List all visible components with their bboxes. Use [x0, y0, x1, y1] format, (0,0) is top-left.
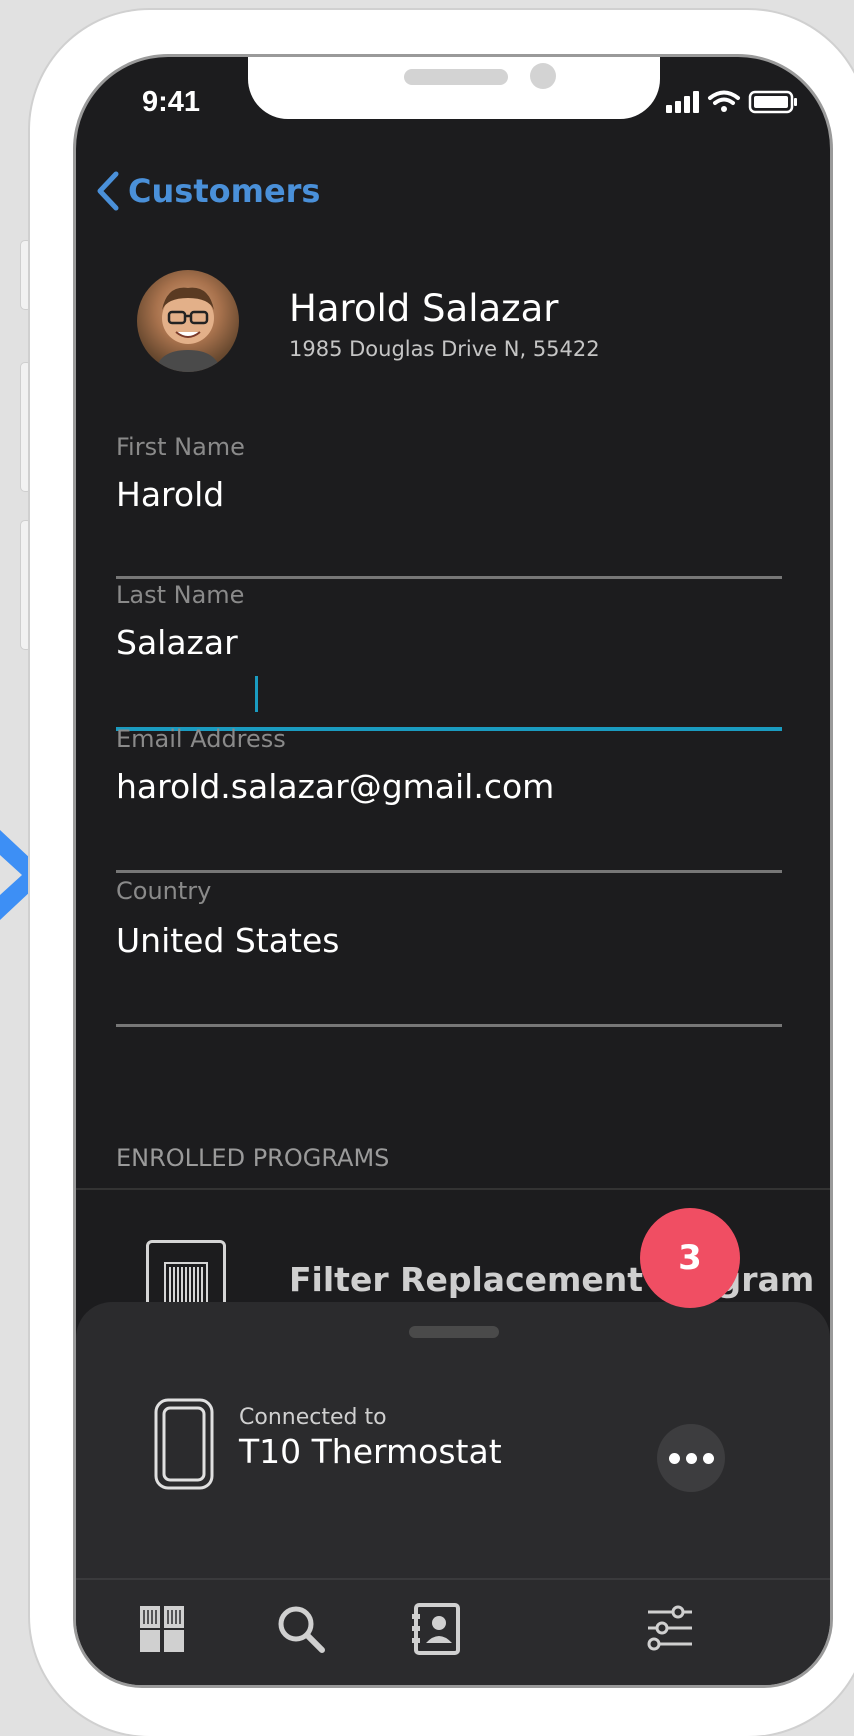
tab-bar-divider — [76, 1578, 830, 1580]
first-name-field[interactable]: Harold — [116, 475, 224, 514]
email-field[interactable]: harold.salazar@gmail.com — [116, 767, 554, 806]
customer-address: 1985 Douglas Drive N, 55422 — [289, 337, 600, 361]
customer-name: Harold Salazar — [289, 287, 559, 330]
last-name-field[interactable]: Salazar — [116, 623, 238, 662]
text-caret — [255, 676, 258, 712]
search-icon[interactable] — [274, 1602, 328, 1656]
notification-badge[interactable]: 3 — [640, 1208, 740, 1308]
section-divider — [76, 1188, 830, 1190]
signal-icon — [666, 91, 699, 113]
settings-sliders-icon[interactable] — [644, 1602, 698, 1656]
device-name: T10 Thermostat — [239, 1432, 502, 1471]
wifi-icon — [708, 90, 740, 112]
avatar — [137, 270, 239, 372]
country-field[interactable]: United States — [116, 921, 339, 960]
connected-to-label: Connected to — [239, 1405, 387, 1430]
dot — [702, 1452, 714, 1464]
back-button-label: Customers — [128, 172, 321, 210]
front-camera — [530, 63, 556, 89]
dot — [668, 1452, 680, 1464]
last-name-label: Last Name — [116, 581, 245, 609]
phone-screen: 9:41 Customers Harold Salazar 1985 Dougl… — [76, 57, 830, 1685]
first-name-label: First Name — [116, 433, 245, 461]
device-bottom-sheet: Connected to T10 Thermostat — [76, 1302, 830, 1685]
enrolled-programs-header: ENROLLED PROGRAMS — [116, 1144, 390, 1172]
sheet-drag-handle[interactable] — [409, 1326, 499, 1338]
first-name-underline — [116, 576, 782, 579]
thermostat-device-icon — [154, 1398, 214, 1490]
chevron-left-icon — [97, 171, 119, 211]
status-time: 9:41 — [142, 86, 201, 118]
more-options-button[interactable] — [657, 1424, 725, 1492]
speaker — [404, 69, 508, 85]
battery-icon — [748, 90, 797, 114]
email-underline — [116, 870, 782, 873]
status-icons — [666, 89, 806, 123]
country-underline — [116, 1024, 782, 1027]
back-button[interactable]: Customers — [94, 170, 320, 212]
country-label: Country — [116, 877, 212, 905]
notch — [248, 57, 660, 119]
dot — [685, 1452, 697, 1464]
email-label: Email Address — [116, 725, 286, 753]
dashboard-icon[interactable] — [136, 1602, 190, 1656]
contacts-icon[interactable] — [410, 1602, 464, 1656]
